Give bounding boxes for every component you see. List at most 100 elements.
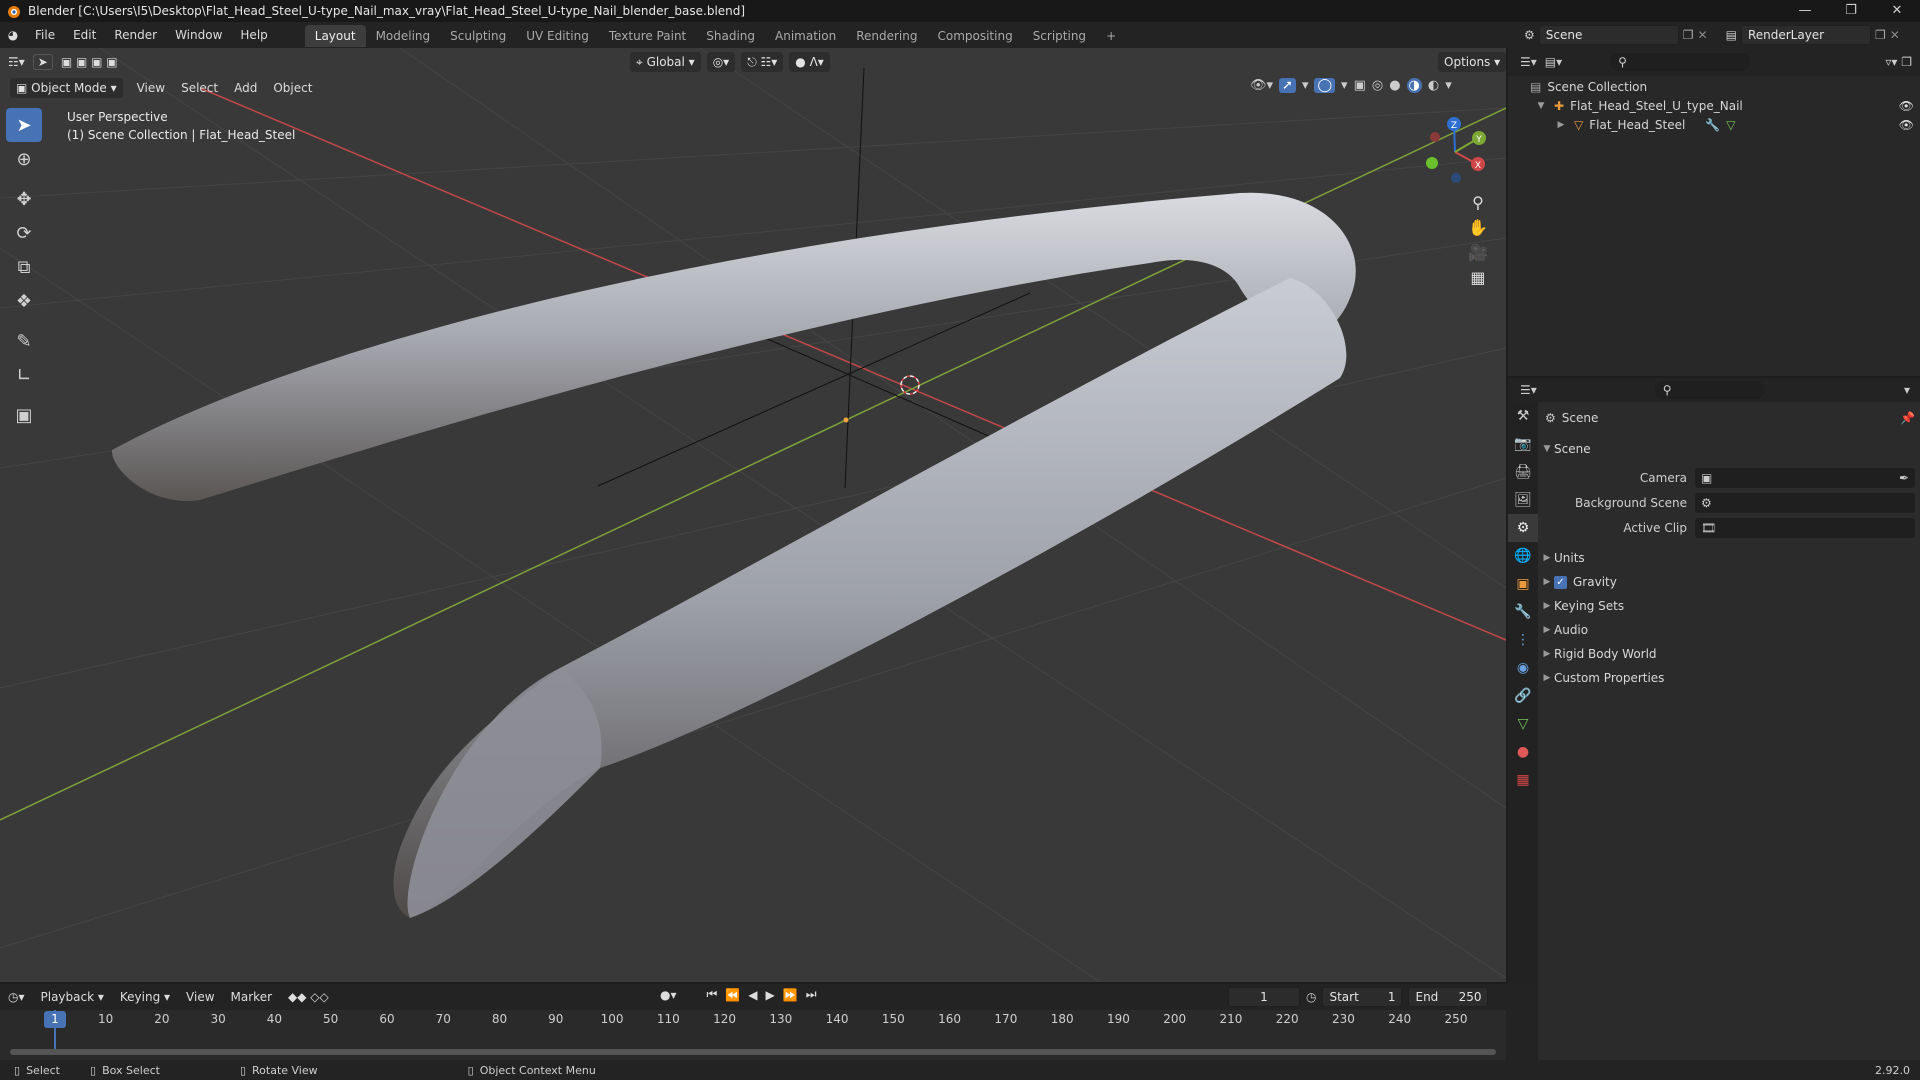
select-mode-icon[interactable]: ➤ — [32, 54, 53, 70]
audio-subpanel[interactable]: ▶ Audio — [1540, 619, 1589, 641]
transform-orientation-dropdown[interactable]: ⌖ Global ▾ — [630, 52, 701, 72]
material-preview-icon[interactable]: ◑ — [1406, 78, 1422, 93]
scale-tool-icon[interactable]: ⧉ — [6, 250, 42, 284]
gravity-subpanel[interactable]: ▶ ✓ Gravity — [1540, 571, 1617, 593]
tab-uv-editing[interactable]: UV Editing — [516, 25, 599, 47]
expand-triangle-icon[interactable]: ▼ — [1534, 101, 1548, 111]
menu-edit[interactable]: Edit — [64, 22, 105, 48]
new-view-layer-icon[interactable]: ❐ — [1875, 28, 1886, 42]
tab-layout[interactable]: Layout — [304, 25, 366, 47]
preview-range-clock-icon[interactable]: ◷ — [1306, 990, 1316, 1004]
navigation-gizmo[interactable]: Z X Y — [1420, 112, 1500, 192]
snap-toggle[interactable]: ⎋ ☷▾ — [741, 52, 784, 72]
jump-end-icon[interactable]: ⏭ — [806, 987, 817, 1002]
pivot-point-dropdown[interactable]: ◎▾ — [706, 52, 736, 72]
menu-render[interactable]: Render — [105, 22, 166, 48]
add-workspace-button[interactable]: + — [1096, 25, 1126, 47]
render-tab-icon[interactable]: 📷 — [1508, 430, 1538, 458]
box-select-modes-icon[interactable]: ▣ ▣ ▣ ▣ — [53, 55, 126, 69]
jump-start-icon[interactable]: ⏮ — [707, 987, 718, 1002]
frame-ruler[interactable]: 1102030405060708090100110120130140150160… — [0, 1010, 1506, 1030]
properties-options-icon[interactable]: ▾ — [1904, 383, 1910, 397]
properties-search-input[interactable]: ⚲ — [1654, 381, 1765, 399]
visibility-icon[interactable]: 👁▾ — [1250, 78, 1273, 93]
tab-modeling[interactable]: Modeling — [366, 25, 441, 47]
collapse-triangle-icon[interactable]: ▶ — [1554, 120, 1568, 130]
viewport-menu-view[interactable]: View — [129, 81, 173, 95]
custom-properties-subpanel[interactable]: ▶ Custom Properties — [1540, 667, 1665, 689]
auto-keying-record-icon[interactable]: ●▾ — [660, 988, 677, 1002]
menu-window[interactable]: Window — [166, 22, 231, 48]
background-scene-field[interactable]: ⚙ — [1695, 493, 1915, 513]
tab-animation[interactable]: Animation — [765, 25, 846, 47]
current-frame-field[interactable]: 1 — [1228, 987, 1300, 1007]
scene-selector[interactable]: Scene — [1538, 25, 1679, 45]
filter-icon[interactable]: ▿▾ ❐ — [1885, 55, 1912, 69]
camera-field[interactable]: ▣ ✒ — [1695, 468, 1915, 488]
viewport-menu-add[interactable]: Add — [226, 81, 265, 95]
cursor-tool-icon[interactable]: ⊕ — [6, 142, 42, 176]
active-clip-field[interactable]: 🎞 — [1695, 518, 1915, 538]
maximize-button[interactable]: ❐ — [1828, 0, 1874, 22]
outliner-search-input[interactable]: ⚲ — [1610, 53, 1751, 71]
outliner-editor-type-icon[interactable]: ☰▾ — [1520, 55, 1537, 69]
3d-viewport[interactable] — [0, 48, 1506, 982]
tab-compositing[interactable]: Compositing — [927, 25, 1022, 47]
timeline-scrollbar[interactable] — [10, 1049, 1496, 1055]
timeline-area[interactable]: 1102030405060708090100110120130140150160… — [0, 1010, 1506, 1060]
rendered-shading-icon[interactable]: ◐ — [1428, 78, 1439, 93]
view-layer-tab-icon[interactable]: 🖼 — [1508, 486, 1538, 514]
mesh-data-icon[interactable]: ▽ — [1726, 118, 1735, 132]
add-cube-tool-icon[interactable]: ▣ — [6, 398, 42, 432]
tab-scripting[interactable]: Scripting — [1023, 25, 1096, 47]
viewport-menu-select[interactable]: Select — [173, 81, 226, 95]
shading-options-icon[interactable]: ▾ — [1445, 78, 1452, 93]
eyedropper-icon[interactable]: ✒ — [1899, 471, 1909, 485]
timeline-menu-keying[interactable]: Keying ▾ — [112, 990, 178, 1004]
scene-tab-icon[interactable]: ⚙ — [1508, 514, 1538, 542]
modifier-wrench-icon[interactable]: 🔧 — [1705, 118, 1720, 132]
particles-tab-icon[interactable]: ⋮ — [1508, 626, 1538, 654]
viewport-menu-object[interactable]: Object — [265, 81, 320, 95]
new-scene-icon[interactable]: ❐ — [1683, 28, 1694, 42]
texture-tab-icon[interactable]: ▦ — [1508, 766, 1538, 794]
physics-tab-icon[interactable]: ◉ — [1508, 654, 1538, 682]
scene-panel-header[interactable]: ▼ Scene — [1540, 438, 1591, 460]
gravity-checkbox[interactable]: ✓ — [1554, 575, 1567, 589]
keyframe-icons[interactable]: ◆◆ ◇◇ — [280, 990, 337, 1004]
measure-tool-icon[interactable]: ∟ — [6, 358, 42, 392]
minimize-button[interactable]: — — [1782, 0, 1828, 22]
keying-sets-subpanel[interactable]: ▶ Keying Sets — [1540, 595, 1625, 617]
timeline-menu-marker[interactable]: Marker — [223, 990, 280, 1004]
visibility-eye-icon[interactable]: 👁 — [1899, 99, 1914, 113]
rigid-body-world-subpanel[interactable]: ▶ Rigid Body World — [1540, 643, 1657, 665]
pan-hand-icon[interactable]: ✋ — [1468, 218, 1488, 237]
timeline-menu-view[interactable]: View — [178, 990, 222, 1004]
object-tab-icon[interactable]: ▣ — [1508, 570, 1538, 598]
timeline-editor-type-icon[interactable]: ◷▾ — [0, 990, 33, 1004]
play-icon[interactable]: ▶ — [766, 988, 775, 1002]
remove-scene-icon[interactable]: ✕ — [1698, 28, 1708, 42]
play-reverse-icon[interactable]: ◀ — [748, 988, 757, 1002]
playhead-frame-badge[interactable]: 1 — [44, 1011, 66, 1028]
jump-next-keyframe-icon[interactable]: ⏩ — [783, 988, 798, 1002]
object-visibility-eye-icon[interactable]: 👁 — [1899, 118, 1914, 132]
proportional-edit-toggle[interactable]: ● Λ▾ — [789, 52, 830, 72]
solid-shading-icon[interactable]: ● — [1389, 78, 1400, 93]
blender-menu-icon[interactable]: ◕ — [0, 28, 26, 42]
options-dropdown[interactable]: Options ▾ — [1438, 52, 1507, 72]
object-mode-dropdown[interactable]: ▣ Object Mode ▾ — [10, 78, 123, 98]
tab-texture-paint[interactable]: Texture Paint — [599, 25, 696, 47]
transform-tool-icon[interactable]: ❖ — [6, 284, 42, 318]
gizmo-toggle-icon[interactable]: ➚ — [1279, 78, 1296, 93]
view-layer-selector[interactable]: RenderLayer — [1740, 25, 1871, 45]
menu-help[interactable]: Help — [231, 22, 276, 48]
tab-shading[interactable]: Shading — [696, 25, 765, 47]
xray-toggle-icon[interactable]: ▣ — [1354, 78, 1366, 93]
tab-sculpting[interactable]: Sculpting — [440, 25, 516, 47]
outliner-object-row[interactable]: ▶ ▽ Flat_Head_Steel 🔧 ▽ 👁 — [1554, 118, 1914, 132]
overlay-toggle-icon[interactable]: ◯ — [1314, 78, 1336, 93]
end-frame-field[interactable]: End 250 — [1408, 987, 1489, 1007]
menu-file[interactable]: File — [26, 22, 64, 48]
output-tab-icon[interactable]: 🖨 — [1508, 458, 1538, 486]
